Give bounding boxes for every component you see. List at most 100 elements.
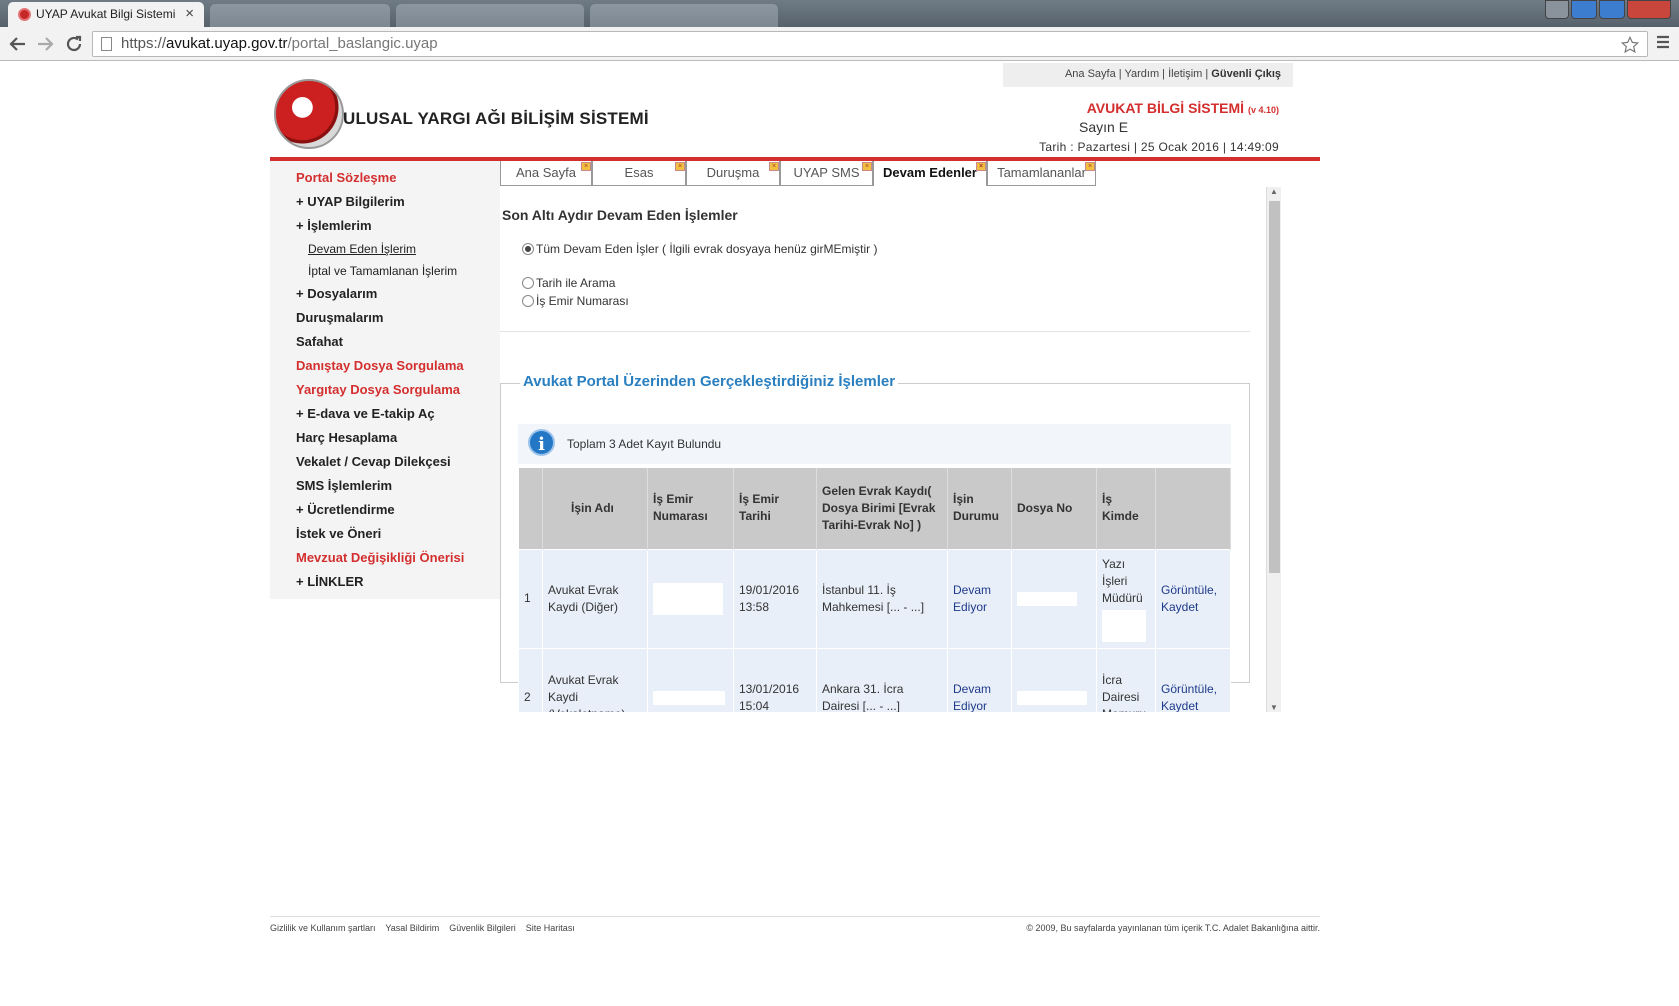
table-header: Dosya No [1011,468,1097,549]
table-header: Gelen Evrak Kaydı( Dosya Birimi [Evrak T… [816,468,948,549]
file-number [1011,548,1097,649]
browser-titlebar: UYAP Avukat Bilgi Sistemi × [0,0,1679,27]
job-assignee: Yazı İşleri Müdürü [1096,548,1156,649]
sidebar-item-uyap-bilgilerim[interactable]: + UYAP Bilgilerim [296,194,405,209]
sidebar-item-vekalet[interactable]: Vekalet / Cevap Dilekçesi [296,454,451,469]
forward-arrow-icon[interactable] [33,34,57,54]
logo-text: ULUSAL YARGI AĞI BİLİŞİM SİSTEMİ [343,109,649,128]
sidebar-item-linkler[interactable]: + LİNKLER [296,574,364,589]
uyap-logo [274,79,344,149]
tab-close-icon[interactable]: × [675,162,685,171]
footer-divider [270,916,1320,917]
radio-checked-icon[interactable] [522,243,534,255]
top-links: Ana Sayfa | Yardım | İletişim | Güvenli … [1003,63,1293,87]
tab-esas[interactable]: Esas × [592,161,686,186]
close-tab-icon[interactable]: × [185,5,194,22]
redacted-value [653,582,723,615]
job-name: Avukat Evrak Kaydi (Diğer) [542,548,648,649]
scroll-thumb[interactable] [1269,201,1280,573]
tab-close-icon[interactable]: × [976,162,986,171]
tab-tamamlananlar[interactable]: Tamamlananlar × [987,161,1096,186]
tab-durusma[interactable]: Duruşma × [686,161,780,186]
sidebar-item-islemlerim[interactable]: + İşlemlerim [296,218,372,233]
reload-icon[interactable] [62,34,86,54]
sidebar-item-iptal-tamamlanan[interactable]: İptal ve Tamamlanan İşlerim [308,264,457,278]
sidebar-item-yargitay[interactable]: Yargıtay Dosya Sorgulama [296,382,460,397]
radio-label: İş Emir Numarası [536,294,629,308]
view-save-link[interactable]: Görüntüle, Kaydet [1155,548,1231,649]
sidebar-item-edava[interactable]: + E-dava ve E-takip Aç [296,406,435,421]
menu-icon[interactable] [1655,34,1671,50]
table-row: 1 Avukat Evrak Kaydi (Diğer) 19/01/2016 … [518,548,1231,649]
tab-close-icon[interactable]: × [862,162,872,171]
tab-label: Duruşma [706,165,760,180]
sidebar-item-mevzuat[interactable]: Mevzuat Değişikliği Önerisi [296,550,464,565]
footer-links: Gizlilik ve Kullanım şartları Yasal Bild… [270,923,575,933]
sidebar-item-ucretlendirme[interactable]: + Ücretlendirme [296,502,395,517]
table-header-row: İşin Adı İş Emir Numarası İş Emir Tarihi… [518,468,1231,549]
info-text: Toplam 3 Adet Kayıt Bulundu [567,437,722,451]
system-name: AVUKAT BİLGİ SİSTEMİ (v 4.10) [1087,100,1279,116]
work-order-number [647,548,734,649]
view-save-link[interactable]: Görüntüle, Kaydet [1155,647,1231,712]
file-number [1011,647,1097,712]
top-links-text[interactable]: Ana Sayfa | Yardım | İletişim | [1065,68,1211,80]
tab-close-icon[interactable]: × [581,162,591,171]
table-header: İşin Durumu [947,468,1012,549]
radio-label: Tarih ile Arama [536,276,616,290]
date-time: Tarih : Pazartesi | 25 Ocak 2016 | 14:49… [1039,140,1279,154]
url-host: avukat.uyap.gov.tr [166,35,288,52]
uyap-favicon-icon [18,8,31,21]
redacted-value [1017,591,1077,606]
browser-tab-background[interactable] [210,4,390,27]
content-title: Son Altı Aydır Devam Eden İşlemler [502,207,738,223]
restore-icon[interactable] [1599,0,1625,19]
bookmark-star-icon[interactable] [1621,36,1639,54]
browser-tab-background[interactable] [396,4,584,27]
scroll-up-icon[interactable]: ▲ [1270,187,1278,196]
footer-link-privacy[interactable]: Gizlilik ve Kullanım şartları [270,923,376,933]
sidebar-item-durusmalarim[interactable]: Duruşmalarım [296,310,383,325]
table-row: 2 Avukat Evrak Kaydi (Vekaletname) 13/01… [518,647,1231,712]
table-header: İşin Adı [542,468,648,549]
tab-ana-sayfa[interactable]: Ana Sayfa × [500,161,592,186]
user-icon[interactable] [1545,0,1569,19]
page-icon [101,37,112,51]
url-path: /portal_baslangic.uyap [287,35,438,52]
content-scrollbar[interactable]: ▲ ▼ [1266,187,1281,712]
sidebar-item-istek-oneri[interactable]: İstek ve Öneri [296,526,381,541]
radio-tarih-ile-arama[interactable]: Tarih ile Arama [522,276,615,290]
minimize-icon[interactable] [1571,0,1597,19]
logout-link[interactable]: Güvenli Çıkış [1211,68,1281,80]
sidebar-item-danistay[interactable]: Danıştay Dosya Sorgulama [296,358,464,373]
incoming-document: İstanbul 11. İş Mahkemesi [... - ...] [816,548,948,649]
tab-uyap-sms[interactable]: UYAP SMS × [780,161,873,186]
close-window-icon[interactable] [1627,0,1671,19]
tab-close-icon[interactable]: × [1085,162,1095,171]
back-arrow-icon[interactable] [6,34,30,54]
sidebar-item-devam-eden-islerim[interactable]: Devam Eden İşlerim [308,242,416,256]
address-bar[interactable]: https://avukat.uyap.gov.tr/portal_baslan… [92,31,1648,57]
footer-link-legal[interactable]: Yasal Bildirim [385,923,439,933]
job-assignee: İcra Dairesi Memuru [1096,647,1156,712]
window-controls [1545,0,1671,19]
sidebar-item-sms[interactable]: SMS İşlemlerim [296,478,392,493]
browser-tab[interactable]: UYAP Avukat Bilgi Sistemi × [8,2,204,27]
row-number: 2 [518,647,543,712]
tab-devam-edenler[interactable]: Devam Edenler × [873,161,987,186]
browser-tab-background[interactable] [590,4,778,27]
radio-unchecked-icon[interactable] [522,295,534,307]
tab-label: Ana Sayfa [516,165,576,180]
sidebar-item-safahat[interactable]: Safahat [296,334,343,349]
radio-tum-devam-eden[interactable]: Tüm Devam Eden İşler ( İlgili evrak dosy… [522,242,877,256]
radio-unchecked-icon[interactable] [522,277,534,289]
tab-close-icon[interactable]: × [769,162,779,171]
sidebar-item-harc-hesaplama[interactable]: Harç Hesaplama [296,430,397,445]
scroll-down-icon[interactable]: ▼ [1270,703,1278,712]
sidebar-item-portal-sozlesme[interactable]: Portal Sözleşme [296,170,396,185]
radio-is-emir-numarasi[interactable]: İş Emir Numarası [522,294,629,308]
footer-link-security[interactable]: Güvenlik Bilgileri [449,923,516,933]
sidebar-item-dosyalarim[interactable]: + Dosyalarım [296,286,377,301]
footer-link-sitemap[interactable]: Site Haritası [526,923,575,933]
tab-label: UYAP SMS [793,165,860,180]
